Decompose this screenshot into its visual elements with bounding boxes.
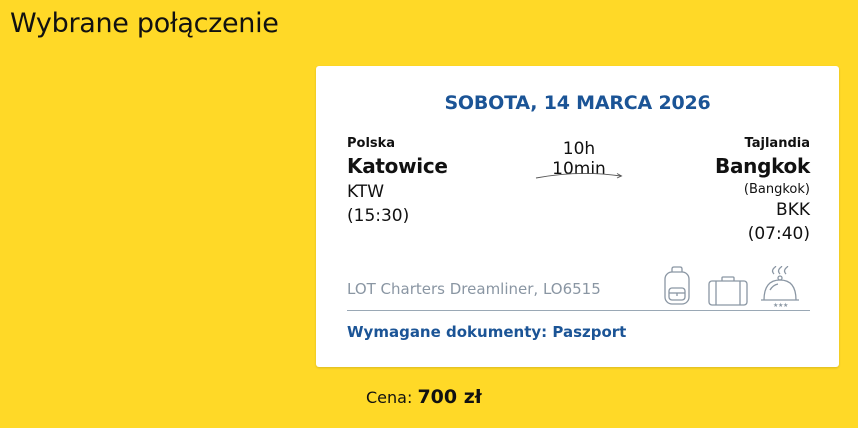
destination-city: Bangkok — [715, 154, 810, 178]
origin-country: Polska — [347, 136, 396, 151]
svg-text:★: ★ — [783, 302, 788, 308]
destination-subcity: (Bangkok) — [743, 182, 810, 197]
origin-city: Katowice — [347, 154, 448, 178]
suitcase-icon — [708, 276, 748, 306]
flight-date: SOBOTA, 14 MARCA 2026 — [444, 92, 711, 114]
page-title: Wybrane połączenie — [10, 8, 279, 39]
destination: Tajlandia Bangkok (Bangkok) BKK (07:40) — [715, 136, 810, 248]
aircraft-info: LOT Charters Dreamliner, LO6515 — [347, 280, 601, 298]
destination-code: BKK — [776, 200, 810, 220]
arrival-time: (07:40) — [747, 224, 810, 244]
origin-code: KTW — [347, 182, 385, 202]
required-documents: Wymagane dokumenty: Paszport — [347, 323, 627, 341]
origin: Polska Katowice KTW (15:30) — [347, 136, 448, 230]
price: Cena: 700 zł — [366, 386, 482, 408]
flight-card[interactable]: SOBOTA, 14 MARCA 2026 Polska Katowice KT… — [316, 66, 839, 367]
price-value: 700 zł — [417, 386, 482, 408]
price-label: Cena: — [366, 388, 413, 407]
departure-time: (15:30) — [347, 206, 410, 226]
backpack-icon — [664, 266, 690, 305]
destination-country: Tajlandia — [744, 136, 810, 151]
meal-cloche-icon: ★ ★ ★ — [761, 266, 799, 308]
route-arrow-icon — [535, 172, 623, 179]
divider — [347, 310, 810, 311]
